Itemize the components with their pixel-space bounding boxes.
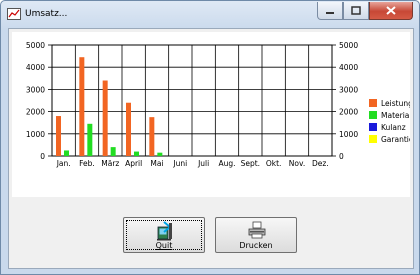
minimize-button[interactable] bbox=[317, 2, 343, 20]
y-tick-label-right: 1000 bbox=[339, 130, 358, 139]
legend-swatch-kulanz bbox=[369, 123, 377, 131]
bar-material bbox=[157, 152, 163, 156]
maximize-button[interactable] bbox=[343, 2, 369, 20]
chart-svg: 0 0 1000 1000 2000 2000 3000 3000 4000 4000 5000 50… bbox=[26, 41, 414, 168]
x-tick-label: Feb. bbox=[79, 159, 95, 168]
x-tick-label: Juni bbox=[172, 159, 187, 168]
minimize-icon bbox=[326, 12, 334, 14]
client-area: 0 0 1000 1000 2000 2000 3000 3000 4000 4000 5000 50… bbox=[8, 28, 414, 269]
legend-label-leistung: Leistung bbox=[381, 99, 410, 108]
y-tick-label-left: 5000 bbox=[26, 41, 45, 50]
printer-icon bbox=[248, 221, 266, 239]
legend-swatch-garantie bbox=[369, 135, 377, 143]
close-icon bbox=[386, 6, 396, 15]
x-tick-label: Aug. bbox=[218, 159, 235, 168]
y-tick-label-right: 0 bbox=[339, 152, 344, 161]
x-tick-label: Okt. bbox=[266, 159, 282, 168]
y-tick-label-left: 1000 bbox=[26, 130, 45, 139]
y-tick-label-right: 4000 bbox=[339, 63, 358, 72]
window-controls bbox=[317, 2, 413, 20]
print-button[interactable]: Drucken bbox=[215, 217, 297, 253]
y-tick-label-left: 0 bbox=[40, 152, 45, 161]
close-button[interactable] bbox=[369, 2, 413, 20]
legend-label-material: Material bbox=[381, 111, 410, 120]
y-tick-label-right: 3000 bbox=[339, 85, 358, 94]
y-tick-label-right: 5000 bbox=[339, 41, 358, 50]
y-tick-label-left: 4000 bbox=[26, 63, 45, 72]
quit-label: Quit bbox=[155, 241, 173, 250]
x-tick-label: Mai bbox=[150, 159, 163, 168]
x-tick-label: Jan. bbox=[56, 159, 71, 168]
x-tick-label: Nov. bbox=[289, 159, 305, 168]
y-tick-label-left: 2000 bbox=[26, 108, 45, 117]
bar-leistung bbox=[79, 57, 85, 156]
bar-material bbox=[64, 150, 69, 156]
bar-leistung bbox=[102, 80, 108, 156]
bar-leistung bbox=[56, 116, 61, 156]
y-tick-label-right: 2000 bbox=[339, 108, 358, 117]
bar-leistung bbox=[149, 117, 155, 156]
bar-material bbox=[87, 123, 93, 156]
sales-chart: 0 0 1000 1000 2000 2000 3000 3000 4000 4000 5000 50… bbox=[12, 32, 414, 197]
chart-app-icon bbox=[7, 8, 21, 20]
title-bar[interactable]: Umsatz... bbox=[1, 1, 419, 29]
maximize-icon bbox=[351, 6, 361, 15]
legend-label-garantie: Garantie bbox=[381, 135, 410, 144]
bar-leistung bbox=[126, 102, 131, 156]
legend-swatch-leistung bbox=[369, 99, 377, 107]
x-tick-label: Sept. bbox=[241, 159, 260, 168]
quit-button[interactable]: Quit bbox=[123, 217, 205, 253]
window-title: Umsatz... bbox=[25, 9, 68, 19]
x-tick-label: März bbox=[101, 159, 119, 168]
x-tick-label: April bbox=[125, 159, 142, 168]
bar-material bbox=[134, 151, 139, 156]
legend-label-kulanz: Kulanz bbox=[381, 123, 406, 132]
legend-swatch-material bbox=[369, 111, 377, 119]
window: Umsatz... 0 0 1000 1000 2000 2000 3000 3000 4000… bbox=[0, 0, 420, 275]
y-tick-label-left: 3000 bbox=[26, 85, 45, 94]
x-tick-label: Dez. bbox=[312, 159, 329, 168]
print-label: Drucken bbox=[239, 241, 273, 250]
bar-material bbox=[110, 147, 116, 156]
x-tick-label: Juli bbox=[197, 159, 209, 168]
quit-door-icon bbox=[157, 221, 172, 241]
